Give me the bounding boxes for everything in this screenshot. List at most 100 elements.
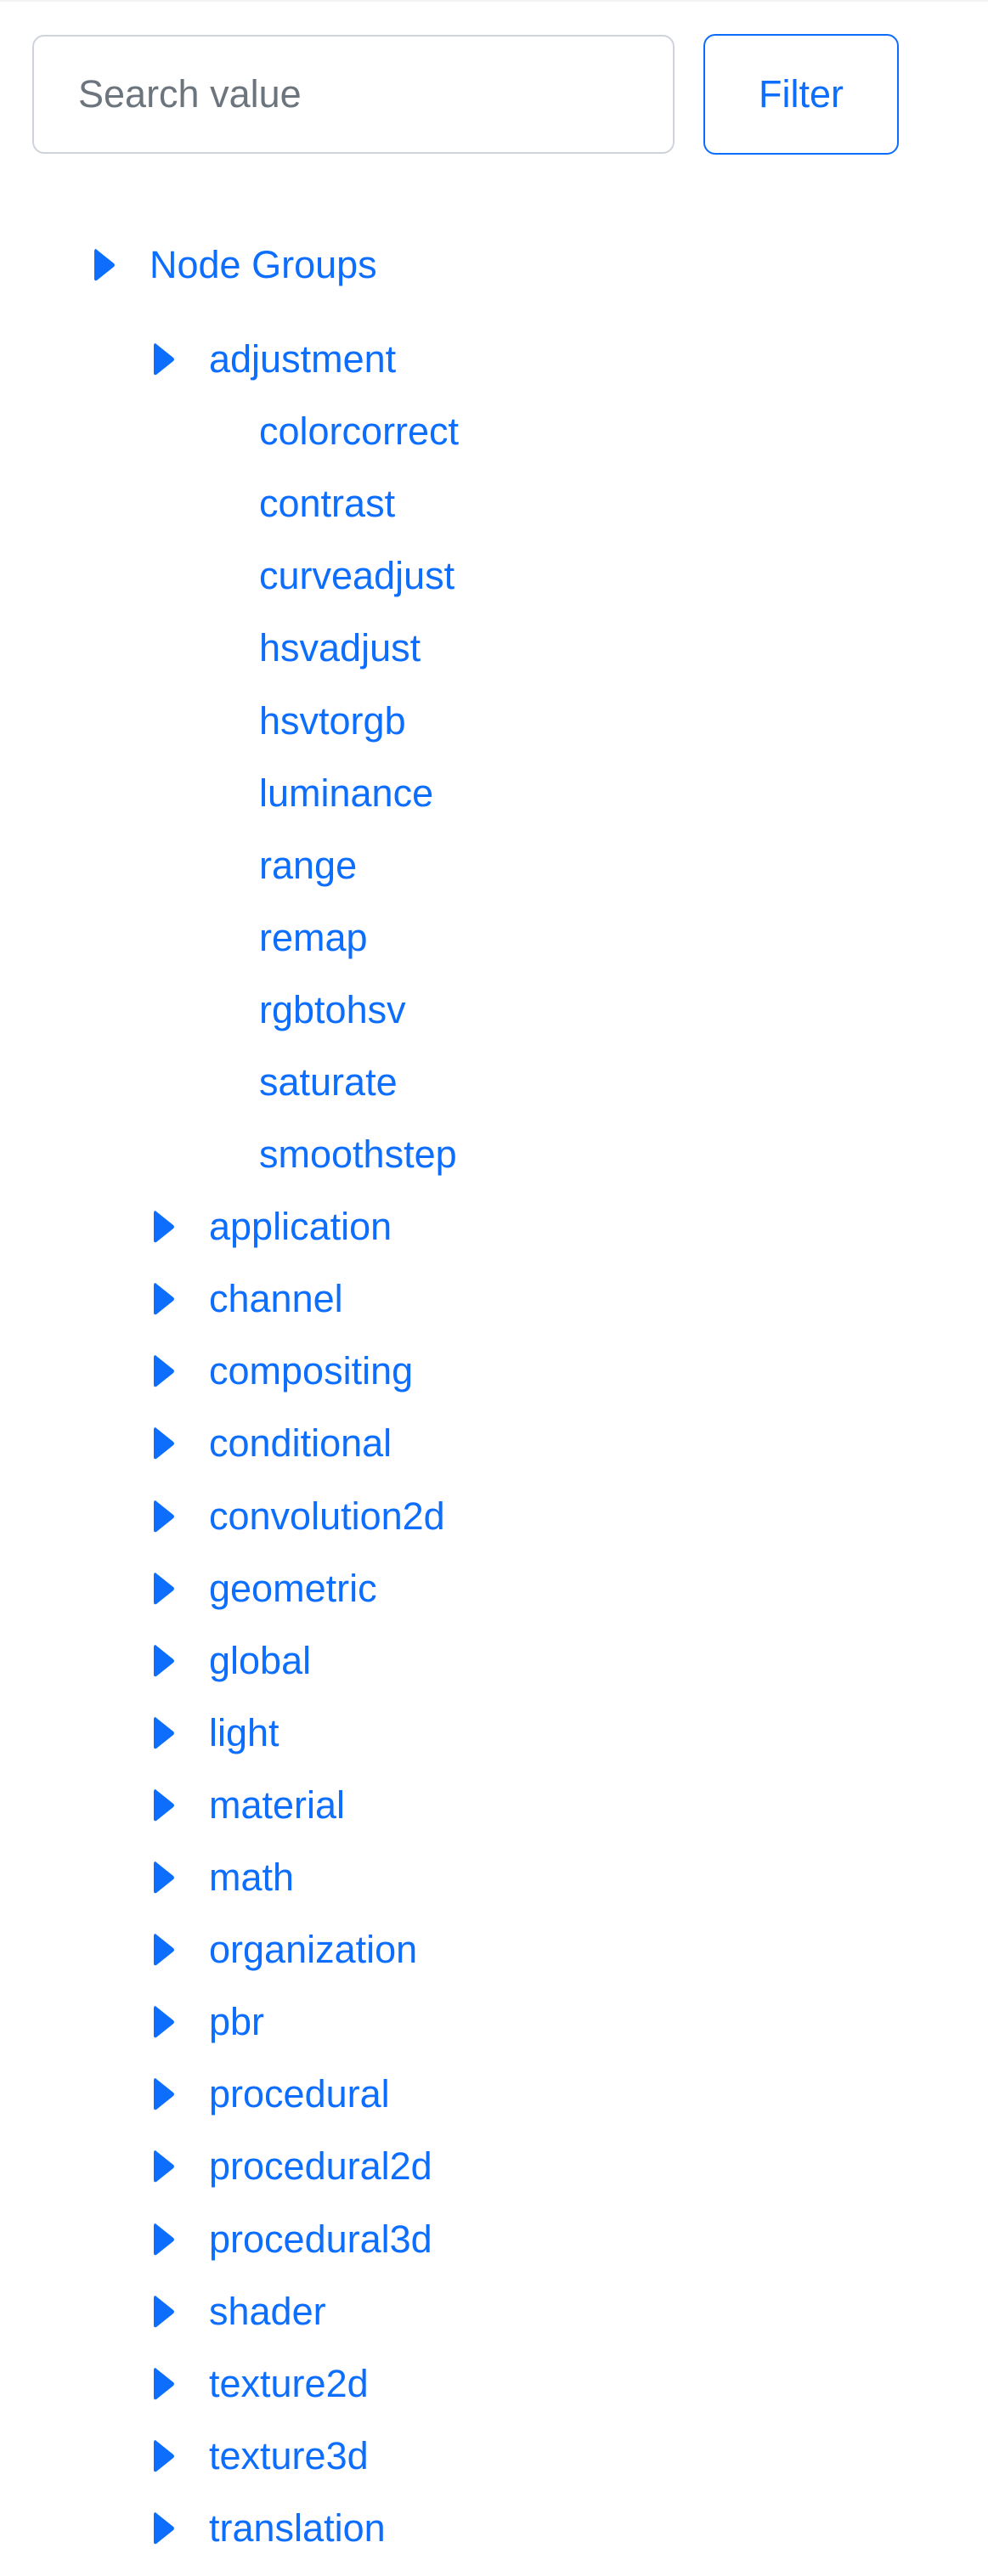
caret-right-icon: [153, 1859, 175, 1896]
tree-leaf-rgbtohsv[interactable]: rgbtohsv: [259, 980, 406, 1040]
tree-group-pbr[interactable]: pbr: [153, 1992, 264, 2052]
tree-group-texture3d[interactable]: texture3d: [153, 2426, 369, 2486]
tree-leaf-colorcorrect[interactable]: colorcorrect: [259, 402, 459, 461]
caret-right-icon-shape: [154, 1500, 174, 1533]
tree-group-label: texture2d: [209, 2362, 369, 2405]
tree-group-procedural[interactable]: procedural: [153, 2065, 390, 2124]
caret-right-icon: [153, 1353, 175, 1390]
caret-right-icon: [153, 1498, 175, 1535]
caret-right-icon-shape: [154, 1717, 174, 1749]
caret-right-icon-shape: [154, 343, 174, 376]
search-bar: Filter: [32, 34, 899, 155]
caret-right-icon-shape: [154, 1573, 174, 1605]
caret-right-icon: [153, 1570, 175, 1607]
caret-right-icon: [153, 1715, 175, 1752]
caret-right-icon-shape: [154, 2512, 174, 2545]
tree-group-label: procedural2d: [209, 2144, 432, 2188]
tree-group-label: shader: [209, 2290, 326, 2333]
caret-right-icon: [153, 2438, 175, 2475]
tree-group-application[interactable]: application: [153, 1197, 392, 1257]
tree-leaf-hsvadjust[interactable]: hsvadjust: [259, 619, 421, 678]
caret-right-icon-shape: [154, 2368, 174, 2400]
tree-leaf-label: luminance: [259, 771, 434, 815]
tree-root-label: Node Groups: [150, 243, 377, 286]
tree-group-channel[interactable]: channel: [153, 1269, 343, 1329]
caret-right-icon: [153, 1931, 175, 1969]
caret-right-icon-shape: [154, 2296, 174, 2328]
tree-group-translation[interactable]: translation: [153, 2499, 386, 2558]
tree-leaf-remap[interactable]: remap: [259, 908, 368, 968]
tree-group-organization[interactable]: organization: [153, 1920, 417, 1980]
tree-root-node-groups[interactable]: Node Groups: [93, 235, 377, 295]
caret-right-icon-shape: [154, 1427, 174, 1460]
tree-leaf-luminance[interactable]: luminance: [259, 764, 433, 823]
tree-group-label: convolution2d: [209, 1494, 445, 1538]
tree-group-conditional[interactable]: conditional: [153, 1414, 392, 1473]
tree-group-label: organization: [209, 1928, 418, 1971]
tree-leaf-label: remap: [259, 916, 368, 959]
tree-group-label: adjustment: [209, 337, 397, 381]
tree-leaf-saturate[interactable]: saturate: [259, 1053, 398, 1112]
filter-button[interactable]: Filter: [703, 34, 899, 155]
tree-group-light[interactable]: light: [153, 1703, 279, 1763]
caret-right-icon: [153, 1642, 175, 1680]
caret-right-icon: [153, 2076, 175, 2113]
tree-group-adjustment[interactable]: adjustment: [153, 330, 396, 389]
search-input[interactable]: [32, 35, 675, 154]
caret-right-icon-shape: [154, 2440, 174, 2472]
tree-group-label: texture3d: [209, 2434, 369, 2477]
caret-right-icon: [153, 2221, 175, 2258]
caret-right-icon: [153, 2365, 175, 2403]
tree-group-compositing[interactable]: compositing: [153, 1342, 413, 1401]
tree-group-label: compositing: [209, 1349, 414, 1393]
tree-group-label: conditional: [209, 1421, 392, 1465]
tree-group-label: translation: [209, 2506, 386, 2550]
caret-right-icon: [153, 1787, 175, 1824]
tree-leaf-label: saturate: [259, 1060, 398, 1104]
tree-group-label: application: [209, 1205, 392, 1248]
tree-leaf-smoothstep[interactable]: smoothstep: [259, 1125, 457, 1184]
caret-right-icon: [153, 2510, 175, 2547]
tree-leaf-label: hsvadjust: [259, 626, 421, 669]
tree-group-global[interactable]: global: [153, 1631, 311, 1691]
caret-right-icon: [153, 341, 175, 378]
caret-right-icon: [153, 1280, 175, 1318]
tree-group-label: light: [209, 1711, 279, 1754]
tree-group-convolution2d[interactable]: convolution2d: [153, 1487, 445, 1546]
tree-leaf-label: curveadjust: [259, 554, 455, 597]
caret-right-icon-shape: [154, 2078, 174, 2110]
tree-leaf-range[interactable]: range: [259, 836, 357, 895]
tree-leaf-curveadjust[interactable]: curveadjust: [259, 546, 454, 606]
tree-group-label: math: [209, 1856, 295, 1899]
tree-leaf-label: rgbtohsv: [259, 988, 406, 1031]
tree-group-procedural2d[interactable]: procedural2d: [153, 2137, 432, 2196]
tree-leaf-label: range: [259, 844, 358, 887]
tree-group-texture2d[interactable]: texture2d: [153, 2354, 369, 2414]
tree-group-label: material: [209, 1783, 346, 1827]
tree-leaf-hsvtorgb[interactable]: hsvtorgb: [259, 692, 406, 751]
caret-right-icon-shape: [154, 1934, 174, 1966]
tree-group-material[interactable]: material: [153, 1776, 345, 1835]
caret-right-icon-shape: [154, 1283, 174, 1315]
tree-group-shader[interactable]: shader: [153, 2282, 326, 2342]
caret-right-icon-shape: [154, 1355, 174, 1387]
caret-right-icon: [93, 246, 116, 284]
top-divider: [0, 0, 988, 2]
tree-group-label: global: [209, 1639, 312, 1682]
tree-group-geometric[interactable]: geometric: [153, 1559, 377, 1618]
tree-leaf-label: colorcorrect: [259, 410, 460, 453]
tree-group-procedural3d[interactable]: procedural3d: [153, 2210, 432, 2269]
caret-right-icon-shape: [154, 1861, 174, 1894]
tree-group-label: pbr: [209, 2000, 265, 2043]
caret-right-icon-shape: [154, 1789, 174, 1822]
tree-leaf-contrast[interactable]: contrast: [259, 474, 395, 534]
tree-group-label: channel: [209, 1277, 343, 1320]
tree-group-math[interactable]: math: [153, 1848, 294, 1907]
caret-right-icon: [153, 2148, 175, 2185]
caret-right-icon-shape: [154, 1645, 174, 1677]
caret-right-icon-shape: [154, 2223, 174, 2256]
tree-leaf-label: contrast: [259, 482, 396, 525]
tree-group-label: procedural: [209, 2072, 390, 2116]
caret-right-icon: [153, 2003, 175, 2041]
caret-right-icon-shape: [154, 2006, 174, 2038]
